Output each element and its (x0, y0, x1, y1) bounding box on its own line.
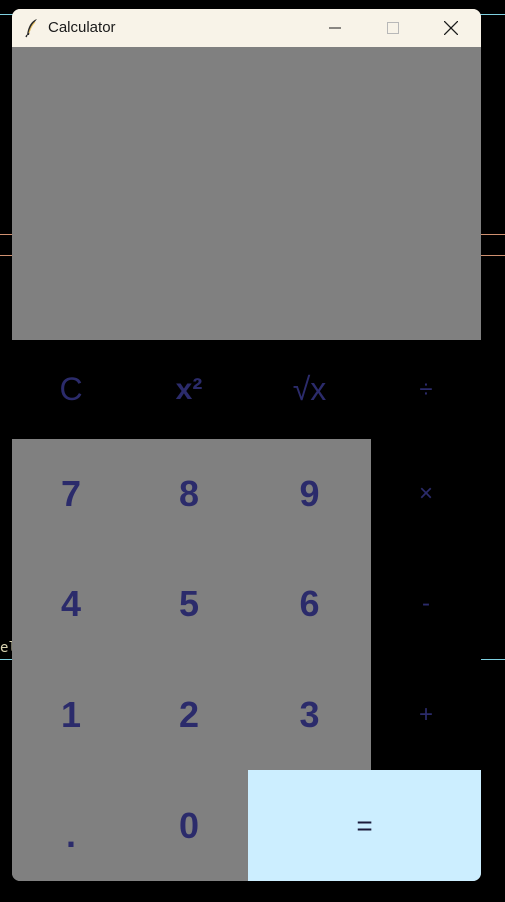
multiply-button[interactable]: × (371, 439, 481, 549)
window-title: Calculator (48, 19, 116, 36)
close-icon (444, 21, 458, 35)
subtract-button[interactable]: - (371, 549, 481, 659)
digit-8-button[interactable]: 8 (130, 439, 248, 549)
decimal-button[interactable]: . (12, 770, 130, 881)
digit-4-button[interactable]: 4 (12, 549, 130, 659)
minimize-button[interactable] (306, 9, 364, 47)
calculator-display (12, 47, 481, 340)
digit-6-button[interactable]: 6 (248, 549, 371, 659)
digit-9-button[interactable]: 9 (248, 439, 371, 549)
equals-button[interactable]: = (248, 770, 481, 881)
calculator-window: Calculator C x² √x ÷ 7 8 9 × 4 5 6 - 1 2… (12, 9, 481, 881)
digit-2-button[interactable]: 2 (130, 659, 248, 770)
maximize-button[interactable] (364, 9, 422, 47)
digit-1-button[interactable]: 1 (12, 659, 130, 770)
maximize-icon (387, 22, 399, 34)
digit-7-button[interactable]: 7 (12, 439, 130, 549)
clear-button[interactable]: C (12, 340, 130, 439)
digit-5-button[interactable]: 5 (130, 549, 248, 659)
title-bar[interactable]: Calculator (12, 9, 481, 47)
feather-icon (24, 18, 40, 38)
minimize-icon (329, 27, 341, 29)
digit-0-button[interactable]: 0 (130, 770, 248, 881)
sqrt-button[interactable]: √x (248, 340, 371, 439)
divide-button[interactable]: ÷ (371, 340, 481, 439)
close-button[interactable] (422, 9, 480, 47)
digit-3-button[interactable]: 3 (248, 659, 371, 770)
square-button[interactable]: x² (130, 340, 248, 439)
add-button[interactable]: + (371, 659, 481, 770)
